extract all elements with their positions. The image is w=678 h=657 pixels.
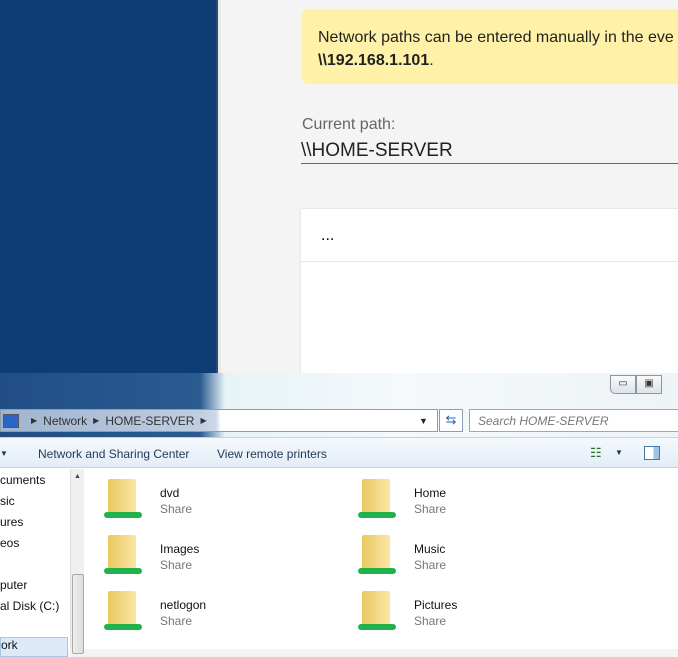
notice-text: Network paths can be entered manually in… [318,29,674,46]
view-remote-printers-button[interactable]: View remote printers [217,447,327,461]
address-dropdown-icon[interactable]: ▼ [419,416,428,426]
current-path-input[interactable]: \\HOME-SERVER [301,140,678,164]
share-item[interactable]: dvd Share [90,469,330,519]
folder-list: ... [301,209,678,389]
notice-end: . [429,52,434,69]
explorer-window: ▭ ▣ ▶ Network ▶ HOME-SERVER ▶ ▼ ⇆ Search… [0,373,678,657]
minimize-button[interactable]: ▭ [610,375,636,394]
share-name: Music [414,542,446,556]
maximize-button[interactable]: ▣ [636,375,662,394]
background-panel [0,0,216,380]
search-input[interactable]: Search HOME-SERVER [469,409,678,432]
nav-item-network[interactable]: ork [0,637,68,657]
shared-folder-icon [104,479,142,518]
panel-divider [216,0,221,380]
nav-item-videos[interactable]: eos [0,536,19,550]
chevron-right-icon: ▶ [93,416,100,425]
nav-scrollbar[interactable]: ▲ [70,469,84,654]
network-sharing-center-button[interactable]: Network and Sharing Center [38,447,189,461]
view-options-icon[interactable]: ☷ [590,445,602,461]
share-name: dvd [160,486,180,500]
share-item[interactable]: netlogon Share [90,581,330,631]
share-type: Share [160,558,193,572]
share-item[interactable]: Images Share [90,525,330,575]
refresh-icon[interactable]: ⇆ [439,409,463,432]
address-bar[interactable]: ▶ Network ▶ HOME-SERVER ▶ [0,409,438,432]
command-bar: ▼ Network and Sharing Center View remote… [0,437,678,468]
info-notice: Network paths can be entered manually in… [302,9,678,84]
share-name: Images [160,542,200,556]
parent-folder-row[interactable]: ... [301,209,678,262]
breadcrumb-home-server[interactable]: HOME-SERVER [105,414,194,428]
share-type: Share [160,502,193,516]
share-item[interactable]: Home Share [344,469,584,519]
share-type: Share [414,502,447,516]
nav-item-documents[interactable]: cuments [0,473,45,487]
nav-item-computer[interactable]: puter [0,578,27,592]
shared-folder-icon [358,591,396,630]
share-type: Share [160,614,193,628]
nav-item-pictures[interactable]: ures [0,515,23,529]
share-name: Pictures [414,598,458,612]
breadcrumb-network[interactable]: Network [43,414,87,428]
chevron-down-icon[interactable]: ▼ [615,448,623,457]
notice-example: \\192.168.1.101 [318,52,430,69]
scroll-thumb[interactable] [72,574,84,654]
share-item[interactable]: Music Share [344,525,584,575]
share-list: dvd Share Home Share Images Share Music Shar… [90,469,678,649]
shared-folder-icon [358,535,396,574]
chevron-right-icon: ▶ [31,416,38,425]
shared-folder-icon [104,591,142,630]
chevron-right-icon: ▶ [200,416,207,425]
preview-pane-icon[interactable] [644,446,660,460]
chevron-down-icon[interactable]: ▼ [0,449,8,458]
current-path-label: Current path: [302,116,396,133]
share-name: Home [414,486,447,500]
nav-item-music[interactable]: sic [0,494,15,508]
share-type: Share [414,614,447,628]
scroll-up-icon[interactable]: ▲ [71,473,84,480]
network-icon [3,413,19,428]
share-type: Share [414,558,447,572]
nav-item-local-disk[interactable]: al Disk (C:) [0,599,59,613]
shared-folder-icon [104,535,142,574]
share-item[interactable]: Pictures Share [344,581,584,631]
share-name: netlogon [160,598,207,612]
shared-folder-icon [358,479,396,518]
